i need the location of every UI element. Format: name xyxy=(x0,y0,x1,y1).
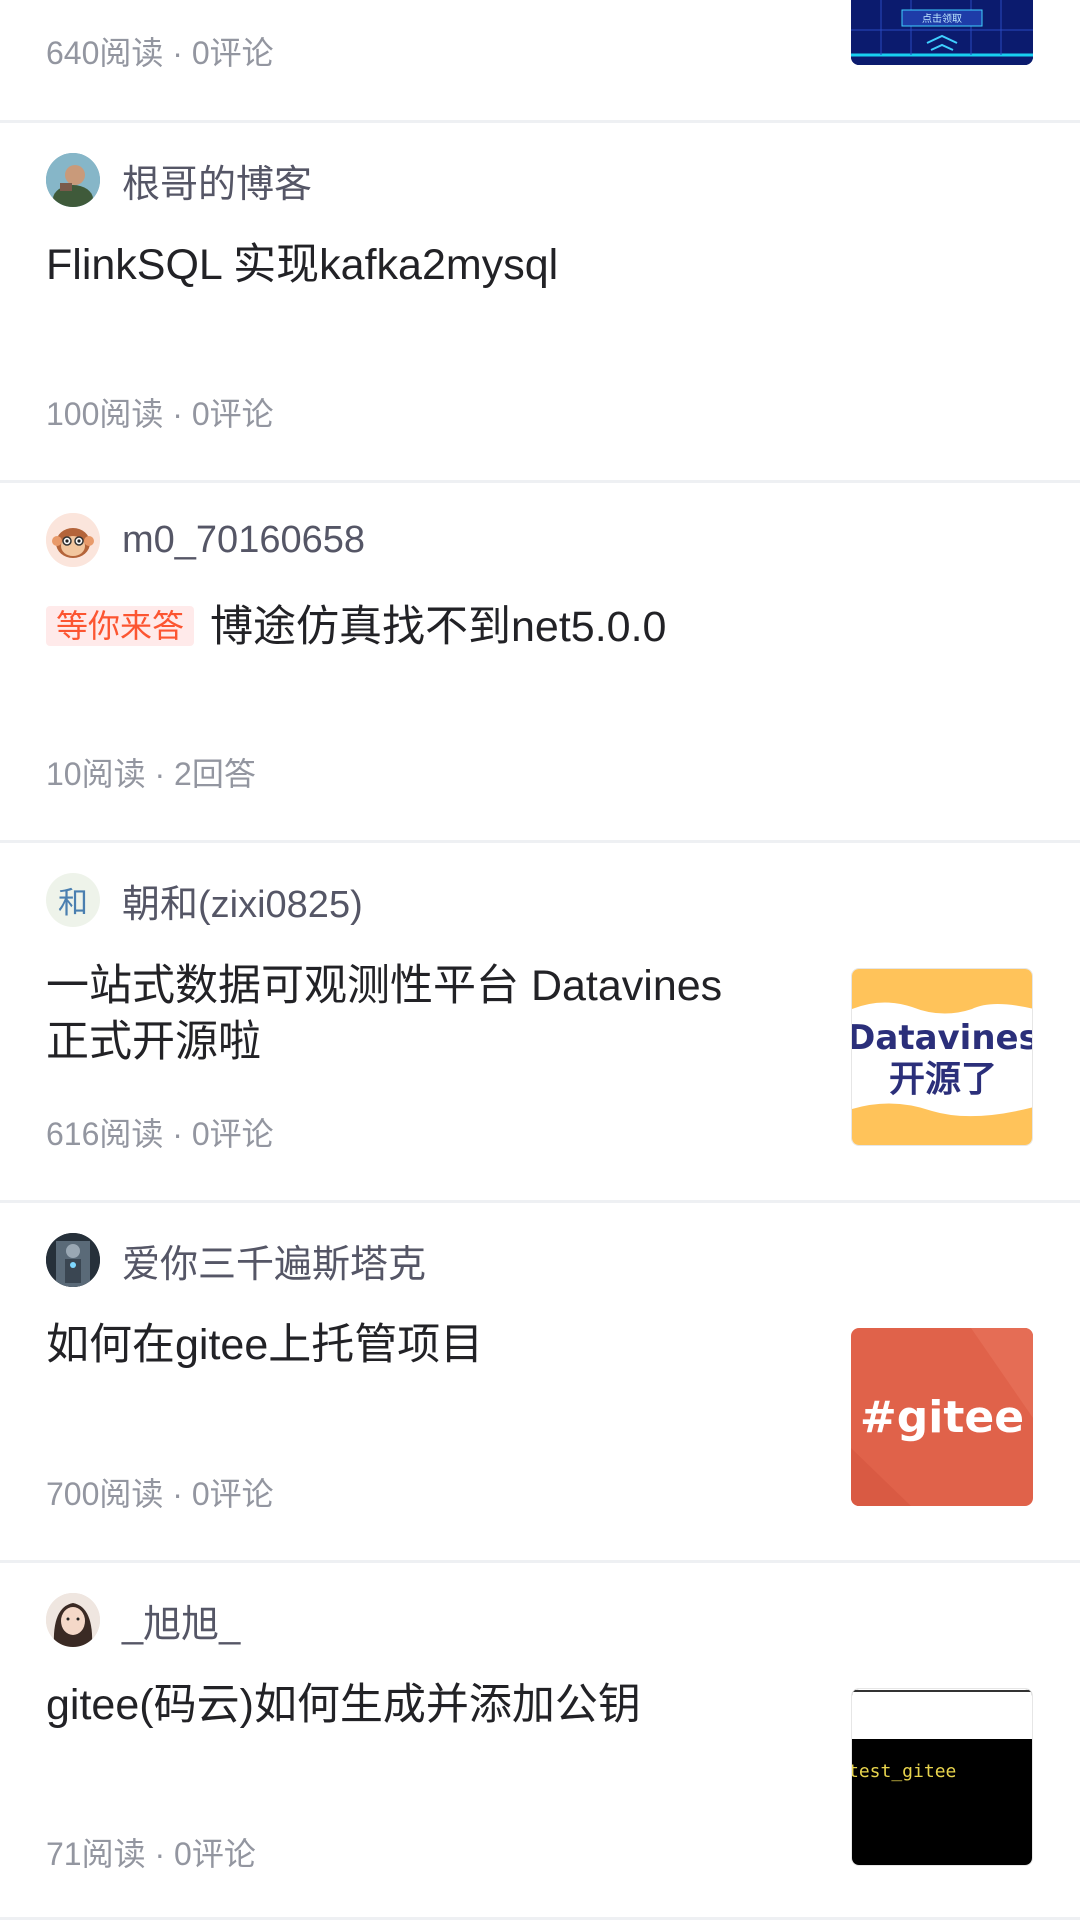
article-title[interactable]: FlinkSQL 实现kafka2mysql xyxy=(46,237,1026,293)
item-meta: 700阅读 · 0评论 xyxy=(46,1476,274,1512)
monkey-avatar-icon[interactable] xyxy=(46,513,100,567)
thumbnail-label: #gitee xyxy=(860,1392,1024,1443)
author-row[interactable]: 和 朝和(zixi0825) xyxy=(46,873,363,927)
title-text[interactable]: 博途仿真找不到net5.0.0 xyxy=(210,603,666,651)
item-meta: 616阅读 · 0评论 xyxy=(46,1116,274,1152)
article-thumbnail[interactable]: test_gitee xyxy=(851,1688,1033,1866)
item-meta: 640阅读 · 0评论 xyxy=(46,35,274,71)
article-thumbnail[interactable]: 点击领取 xyxy=(851,0,1033,65)
item-meta: 71阅读 · 0评论 xyxy=(46,1836,256,1872)
author-row[interactable]: 根哥的博客 xyxy=(46,153,312,207)
thumbnail-label: test_gitee xyxy=(852,1761,956,1782)
feed-item[interactable]: 和 朝和(zixi0825) 一站式数据可观测性平台 Datavines 正式开… xyxy=(0,843,1080,1200)
article-thumbnail[interactable]: #gitee xyxy=(851,1328,1033,1506)
thumbnail-label: 点击领取 xyxy=(922,12,962,25)
feed-item[interactable]: 根哥的博客 FlinkSQL 实现kafka2mysql 100阅读 · 0评论 xyxy=(0,123,1080,480)
item-meta: 10阅读 · 2回答 xyxy=(46,756,256,792)
person-avatar-icon[interactable] xyxy=(46,153,100,207)
author-name[interactable]: 根哥的博客 xyxy=(122,153,312,208)
thumbnail-title: Datavines xyxy=(852,1018,1033,1058)
article-title[interactable]: gitee(码云)如何生成并添加公钥 xyxy=(46,1677,776,1733)
ironman-avatar-icon[interactable] xyxy=(46,1233,100,1287)
author-name[interactable]: 朝和(zixi0825) xyxy=(122,873,363,928)
girl-avatar-icon[interactable] xyxy=(46,1593,100,1647)
thumbnail-graphic: 点击领取 xyxy=(851,0,1033,65)
author-name[interactable]: _旭旭_ xyxy=(122,1593,240,1648)
feed-item[interactable]: 爱你三千遍斯塔克 如何在gitee上托管项目 700阅读 · 0评论 #gite… xyxy=(0,1203,1080,1560)
feed-item[interactable]: 640阅读 · 0评论 点击领取 xyxy=(0,0,1080,120)
author-name[interactable]: m0_70160658 xyxy=(122,519,365,562)
author-row[interactable]: m0_70160658 xyxy=(46,513,365,567)
article-title[interactable]: 等你来答 博途仿真找不到net5.0.0 xyxy=(46,599,1026,655)
author-name[interactable]: 爱你三千遍斯塔克 xyxy=(122,1233,426,1288)
feed-item[interactable]: _旭旭_ gitee(码云)如何生成并添加公钥 71阅读 · 0评论 test_… xyxy=(0,1563,1080,1920)
answer-tag: 等你来答 xyxy=(46,606,195,646)
thumbnail-graphic: Datavines 开源了 xyxy=(852,969,1033,1145)
feed-item[interactable]: m0_70160658 等你来答 博途仿真找不到net5.0.0 10阅读 · 2… xyxy=(0,483,1080,840)
text-avatar-icon[interactable]: 和 xyxy=(46,873,100,927)
article-title[interactable]: 一站式数据可观测性平台 Datavines 正式开源啦 xyxy=(46,958,776,1070)
author-row[interactable]: 爱你三千遍斯塔克 xyxy=(46,1233,426,1287)
avatar-text: 和 xyxy=(58,886,88,921)
thumbnail-subtitle: 开源了 xyxy=(889,1059,997,1100)
thumbnail-graphic: #gitee xyxy=(851,1328,1033,1506)
article-thumbnail[interactable]: Datavines 开源了 xyxy=(851,968,1033,1146)
article-title[interactable]: 如何在gitee上托管项目 xyxy=(46,1317,776,1373)
item-meta: 100阅读 · 0评论 xyxy=(46,396,274,432)
author-row[interactable]: _旭旭_ xyxy=(46,1593,240,1647)
thumbnail-graphic: test_gitee xyxy=(852,1689,1032,1865)
